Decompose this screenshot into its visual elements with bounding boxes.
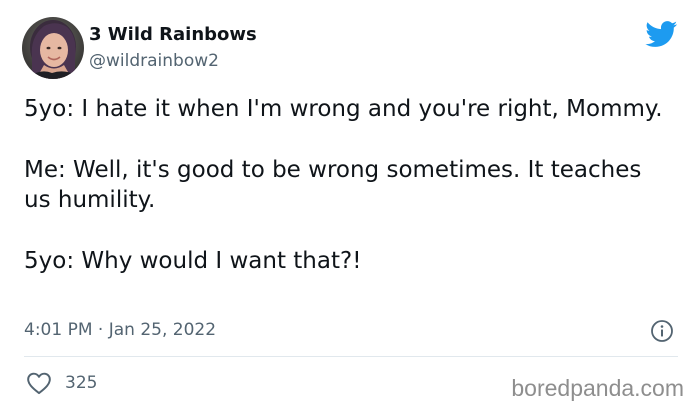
- author-handle[interactable]: @wildrainbow2: [89, 50, 219, 72]
- avatar[interactable]: [22, 17, 84, 79]
- like-count: 325: [65, 373, 98, 393]
- watermark: boredpanda.com: [511, 375, 684, 401]
- tweet-text: 5yo: I hate it when I'm wrong and you're…: [24, 94, 664, 276]
- info-icon[interactable]: [650, 319, 674, 343]
- tweet-timestamp[interactable]: 4:01 PM · Jan 25, 2022: [24, 319, 216, 341]
- tweet-line: 5yo: I hate it when I'm wrong and you're…: [24, 96, 663, 122]
- avatar-photo: [22, 17, 84, 79]
- divider: [24, 356, 678, 357]
- like-button[interactable]: 325: [26, 371, 97, 395]
- tweet-card: 3 Wild Rainbows @wildrainbow2 5yo: I hat…: [0, 0, 700, 410]
- heart-icon: [27, 372, 51, 395]
- tweet-line: Me: Well, it's good to be wrong sometime…: [24, 157, 642, 213]
- author-display-name[interactable]: 3 Wild Rainbows: [89, 23, 257, 47]
- tweet-line: 5yo: Why would I want that?!: [24, 248, 362, 274]
- twitter-bird-icon[interactable]: [645, 21, 678, 48]
